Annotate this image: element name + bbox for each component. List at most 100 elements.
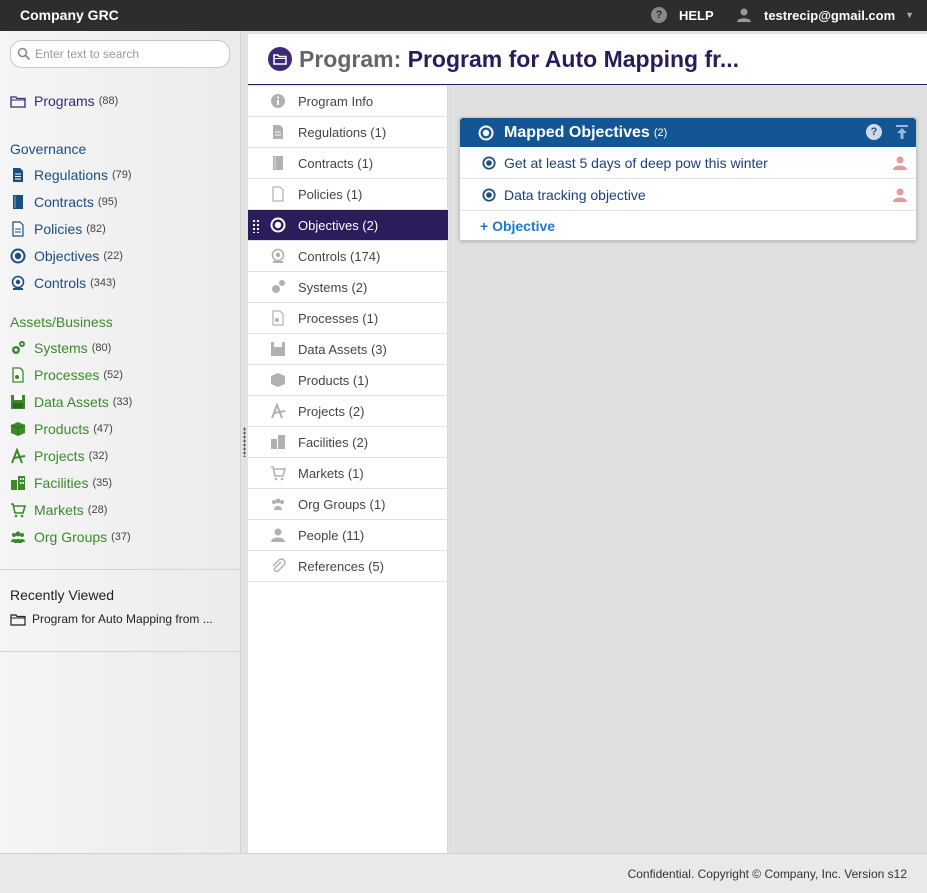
search-input[interactable] (35, 47, 225, 61)
help-link[interactable]: ? HELP (651, 7, 714, 23)
sidebar-item-data-assets[interactable]: Data Assets (33) (10, 392, 132, 412)
facility-icon (11, 476, 25, 490)
tab-systems[interactable]: Systems (2) (248, 272, 448, 303)
sidebar-item-label: Regulations (34, 167, 108, 183)
system-icon (272, 280, 285, 293)
drag-handle-icon[interactable] (252, 219, 260, 233)
page-title: Program: Program for Auto Mapping fr... (299, 46, 739, 73)
tab-facilities[interactable]: Facilities (2) (248, 427, 448, 458)
control-icon (271, 248, 285, 263)
contract-icon (13, 195, 23, 209)
sidebar-resize-handle[interactable] (243, 427, 246, 457)
sidebar-item-policies[interactable]: Policies (82) (10, 219, 106, 239)
search-box[interactable] (10, 40, 230, 68)
sidebar-item-programs[interactable]: Programs (88) (10, 91, 118, 111)
mapped-objectives-panel: Mapped Objectives (2) ? Get at least 5 d… (459, 117, 917, 241)
tab-products[interactable]: Products (1) (248, 365, 448, 396)
add-objective-button[interactable]: + Objective (480, 218, 555, 234)
sidebar-item-systems[interactable]: Systems (80) (10, 338, 111, 358)
list-item-label: Get at least 5 days of deep pow this win… (504, 154, 768, 171)
sidebar-item-count: (22) (103, 250, 123, 262)
help-label: HELP (679, 7, 714, 23)
sidebar-item-contracts[interactable]: Contracts (95) (10, 192, 117, 212)
tab-label: Markets (1) (298, 465, 364, 481)
tab-label: Policies (1) (298, 186, 363, 202)
list-item[interactable]: Data tracking objective (460, 179, 916, 211)
person-icon[interactable] (892, 187, 908, 203)
person-icon[interactable] (892, 155, 908, 171)
sidebar-item-count: (80) (91, 342, 112, 354)
policy-icon (272, 186, 284, 202)
tab-contracts[interactable]: Contracts (1) (248, 148, 448, 179)
page-title-text: Program for Auto Mapping fr... (407, 46, 740, 72)
tab-data-assets[interactable]: Data Assets (3) (248, 334, 448, 365)
system-icon (12, 341, 25, 354)
sidebar-item-objectives[interactable]: Objectives (22) (10, 246, 123, 266)
sidebar-item-label: Policies (34, 221, 83, 237)
tab-label: Projects (2) (298, 403, 365, 419)
tab-objectives[interactable]: Objectives (2) (248, 210, 448, 241)
tab-program-info[interactable]: Program Info (248, 86, 448, 117)
copyright-text: Confidential. Copyright © Company, Inc. … (627, 867, 907, 881)
tab-org-groups[interactable]: Org Groups (1) (248, 489, 448, 520)
info-icon (271, 94, 285, 108)
sidebar-item-projects[interactable]: Projects (32) (10, 446, 108, 466)
org-group-icon (11, 531, 25, 543)
tab-processes[interactable]: Processes (1) (248, 303, 448, 334)
tab-people[interactable]: People (11) (248, 520, 448, 551)
person-icon (271, 528, 285, 542)
sidebar-item-regulations[interactable]: Regulations (79) (10, 165, 132, 185)
sidebar-item-count: (37) (111, 531, 131, 543)
folder-icon (10, 96, 26, 108)
process-icon (272, 310, 284, 326)
tab-policies[interactable]: Policies (1) (248, 179, 448, 210)
recently-viewed-item[interactable]: Program for Auto Mapping from ... (10, 612, 213, 626)
tab-markets[interactable]: Markets (1) (248, 458, 448, 489)
panel-title: Mapped Objectives (504, 123, 650, 141)
folder-icon (268, 47, 292, 71)
list-item[interactable]: Get at least 5 days of deep pow this win… (460, 147, 916, 179)
sidebar-item-label: Data Assets (34, 394, 109, 410)
sidebar-item-markets[interactable]: Markets (28) (10, 500, 107, 520)
collapse-top-icon[interactable] (894, 124, 910, 140)
panel-header[interactable]: Mapped Objectives (2) ? (460, 118, 916, 147)
objective-icon (482, 155, 496, 170)
data-asset-icon (271, 342, 285, 356)
tab-controls[interactable]: Controls (174) (248, 241, 448, 272)
tab-label: Regulations (1) (298, 124, 387, 140)
page-title-prefix: Program: (299, 46, 402, 72)
governance-heading: Governance (10, 141, 87, 157)
help-icon[interactable]: ? (866, 124, 882, 140)
process-icon (12, 367, 24, 383)
project-icon (11, 448, 26, 464)
sidebar-item-org-groups[interactable]: Org Groups (37) (10, 527, 131, 547)
tab-label: Products (1) (298, 372, 369, 388)
objective-icon (270, 217, 286, 233)
sidebar-item-label: Markets (34, 502, 84, 518)
sidebar-item-count: (47) (93, 423, 113, 435)
sidebar-item-controls[interactable]: Controls (343) (10, 273, 116, 293)
brand-name[interactable]: Company GRC (20, 7, 119, 23)
sidebar-item-label: Controls (34, 275, 87, 291)
sidebar-item-label: Contracts (34, 194, 94, 210)
tab-projects[interactable]: Projects (2) (248, 396, 448, 427)
top-bar: Company GRC ? HELP testrecip@gmail.com ▼ (0, 0, 927, 31)
footer: Confidential. Copyright © Company, Inc. … (0, 853, 927, 893)
sidebar-item-count: (35) (92, 477, 113, 489)
sidebar-item-processes[interactable]: Processes (52) (10, 365, 123, 385)
tab-references[interactable]: References (5) (248, 551, 448, 582)
tab-regulations[interactable]: Regulations (1) (248, 117, 448, 148)
objective-icon (10, 248, 26, 264)
sidebar-item-label: Processes (34, 367, 100, 383)
sidebar-item-facilities[interactable]: Facilities (35) (10, 473, 112, 493)
chevron-down-icon: ▼ (905, 10, 915, 20)
project-icon (271, 403, 286, 419)
tab-label: Facilities (2) (298, 434, 369, 450)
search-icon (17, 47, 31, 61)
sidebar-item-products[interactable]: Products (47) (10, 419, 113, 439)
sidebar-divider (0, 651, 240, 652)
user-menu[interactable]: testrecip@gmail.com ▼ (736, 7, 914, 23)
page-header: Program: Program for Auto Mapping fr... (248, 34, 927, 85)
panel-count: (2) (653, 126, 668, 139)
tab-label: Controls (174) (298, 248, 381, 264)
